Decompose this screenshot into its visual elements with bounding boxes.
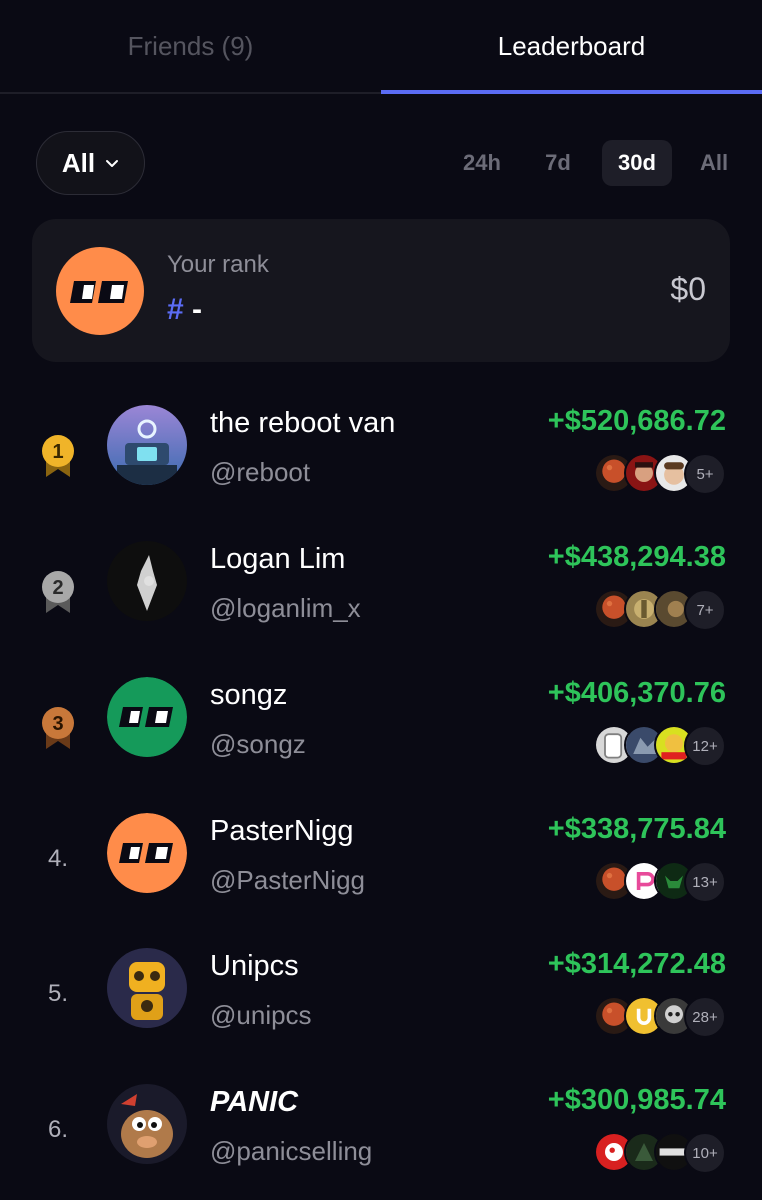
leaderboard-row[interactable]: 4. PasterNigg @PasterNigg +$338,775.84 1… [0, 813, 762, 949]
user-name[interactable]: Unipcs [210, 950, 299, 983]
token-stack[interactable]: 7+ [594, 589, 726, 631]
svg-text:1: 1 [52, 441, 63, 463]
more-tokens-badge: 10+ [684, 1132, 726, 1174]
pnl-amount: +$314,272.48 [547, 948, 726, 980]
user-handle: @songz [210, 729, 306, 759]
leaderboard-row[interactable]: 5. Unipcs @unipcs +$314,272.48 28+ [0, 948, 762, 1084]
logan-lim-avatar [107, 541, 187, 621]
reboot-van-avatar [107, 405, 187, 485]
tab-leaderboard[interactable]: Leaderboard [381, 0, 762, 92]
token-stack[interactable]: 13+ [594, 861, 726, 903]
more-tokens-badge: 12+ [684, 725, 726, 767]
pnl-amount: +$438,294.38 [547, 541, 726, 573]
user-handle: @PasterNigg [210, 865, 366, 895]
category-filter-dropdown[interactable]: All [36, 131, 145, 195]
rank-number: - [192, 293, 203, 326]
songz-avatar [107, 677, 187, 757]
user-name[interactable]: PANIC [210, 1086, 298, 1119]
unipcs-avatar [107, 948, 187, 1028]
pnl-amount: +$300,985.74 [547, 1084, 726, 1116]
your-rank-card: Your rank # - $0 [32, 219, 730, 362]
leaderboard-row[interactable]: 6. PANIC @panicselling +$300,985.74 10+ [0, 1084, 762, 1200]
user-handle: @panicselling [210, 1136, 373, 1166]
user-handle: @reboot [210, 457, 311, 487]
pasternigg-avatar [107, 813, 187, 893]
svg-text:3: 3 [52, 713, 63, 735]
user-handle: @loganlim_x [210, 593, 361, 623]
period-30d[interactable]: 30d [602, 140, 672, 186]
tab-bar: Friends (9) Leaderboard [0, 0, 762, 94]
more-tokens-badge: 28+ [684, 996, 726, 1038]
user-handle: @unipcs [210, 1000, 312, 1030]
more-tokens-badge: 5+ [684, 453, 726, 495]
token-stack[interactable]: 12+ [594, 725, 726, 767]
period-all[interactable]: All [692, 140, 736, 186]
rank-hash: # [167, 293, 184, 326]
rank-number: 5. [28, 964, 88, 1024]
period-7d[interactable]: 7d [534, 140, 582, 186]
user-name[interactable]: Logan Lim [210, 543, 345, 576]
rank-number-text: 4. [47, 845, 68, 872]
active-tab-indicator [381, 90, 762, 94]
filter-selected-label: All [61, 147, 96, 178]
your-rank-value: # - [167, 293, 202, 327]
pnl-amount: +$338,775.84 [547, 813, 726, 845]
your-rank-label: Your rank [167, 251, 269, 278]
user-name[interactable]: songz [210, 679, 287, 712]
user-name[interactable]: the reboot van [210, 407, 395, 440]
panic-avatar [107, 1084, 187, 1164]
token-stack[interactable]: 10+ [594, 1132, 726, 1174]
rank-number-text: 6. [47, 1116, 68, 1143]
user-name[interactable]: PasterNigg [210, 815, 353, 848]
rank-number: 4. [28, 829, 88, 889]
pnl-amount: +$520,686.72 [547, 405, 726, 437]
pnl-amount: +$406,370.76 [547, 677, 726, 709]
silver-medal-icon: 2 [42, 571, 74, 613]
leaderboard-row[interactable]: 2 Logan Lim @loganlim_x +$438,294.38 7+ [0, 541, 762, 677]
period-24h[interactable]: 24h [452, 140, 512, 186]
svg-text:2: 2 [52, 577, 63, 599]
token-stack[interactable]: 28+ [594, 996, 726, 1038]
leaderboard-row[interactable]: 3 songz @songz +$406,370.76 12+ [0, 677, 762, 813]
bronze-medal-icon: 3 [42, 707, 74, 749]
more-tokens-badge: 13+ [684, 861, 726, 903]
rank-number: 6. [28, 1100, 88, 1160]
rank-number-text: 5. [47, 980, 68, 1007]
tab-friends[interactable]: Friends (9) [0, 0, 381, 92]
your-rank-amount: $0 [670, 271, 706, 307]
token-stack[interactable]: 5+ [594, 453, 726, 495]
user-avatar-icon [56, 247, 144, 335]
more-tokens-badge: 7+ [684, 589, 726, 631]
gold-medal-icon: 1 [42, 435, 74, 477]
leaderboard-row[interactable]: 1 the reboot van @reboot +$520,686.72 5+ [0, 405, 762, 541]
chevron-down-icon [106, 160, 119, 167]
